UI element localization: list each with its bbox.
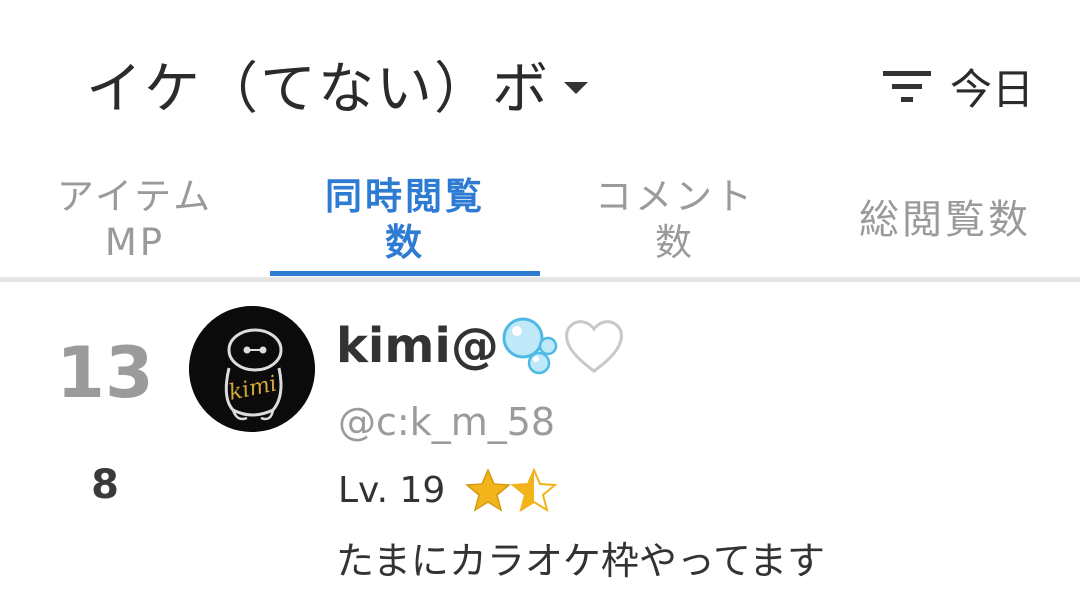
- level-line: Lv. 19: [338, 468, 558, 512]
- filter-icon: [882, 70, 931, 102]
- tab-label: 総閲覧数: [859, 196, 1031, 243]
- ranking-tabs: アイテム MP 同時閲覧 数 コメント 数 総閲覧数: [0, 162, 1080, 277]
- period-filter-button[interactable]: 今日: [882, 56, 1034, 117]
- dropdown-caret-icon: [564, 81, 588, 94]
- white-heart-icon: [564, 320, 623, 373]
- bubbles-emoji-icon: [502, 317, 558, 375]
- avatar-image: kimi: [189, 306, 315, 432]
- tab-total-views[interactable]: 総閲覧数: [810, 162, 1080, 277]
- user-description: たまにカラオケ枠やってます: [336, 539, 826, 583]
- tab-label: 同時閲覧 数: [325, 174, 485, 264]
- title-dropdown[interactable]: イケ（てない）ボ: [86, 44, 588, 125]
- period-filter-label: 今日: [949, 65, 1034, 114]
- user-level: Lv. 19: [338, 469, 446, 511]
- header: イケ（てない）ボ 今日: [0, 0, 1080, 150]
- user-handle: @c:k_m_58: [338, 400, 556, 444]
- user-name-line: kimi@: [336, 316, 625, 376]
- page-title: イケ（てない）ボ: [86, 57, 550, 122]
- ranking-row[interactable]: 13 8 kimi kimi@ @c:k_m_58 Lv. 19 たまにカラオケ…: [0, 282, 1080, 593]
- tab-concurrent-viewers[interactable]: 同時閲覧 数: [270, 162, 540, 277]
- active-tab-indicator: [270, 271, 540, 276]
- tab-comments[interactable]: コメント 数: [540, 162, 810, 277]
- tab-label: アイテム MP: [56, 174, 214, 264]
- tab-label: コメント 数: [595, 174, 755, 264]
- viewer-count: 8: [91, 462, 119, 508]
- user-name: kimi@: [336, 318, 499, 374]
- avatar[interactable]: kimi: [189, 306, 315, 432]
- rank-number: 13: [56, 332, 154, 414]
- star-half-icon: [511, 468, 558, 512]
- tab-item-mp[interactable]: アイテム MP: [0, 162, 270, 277]
- star-full-icon: [465, 468, 512, 512]
